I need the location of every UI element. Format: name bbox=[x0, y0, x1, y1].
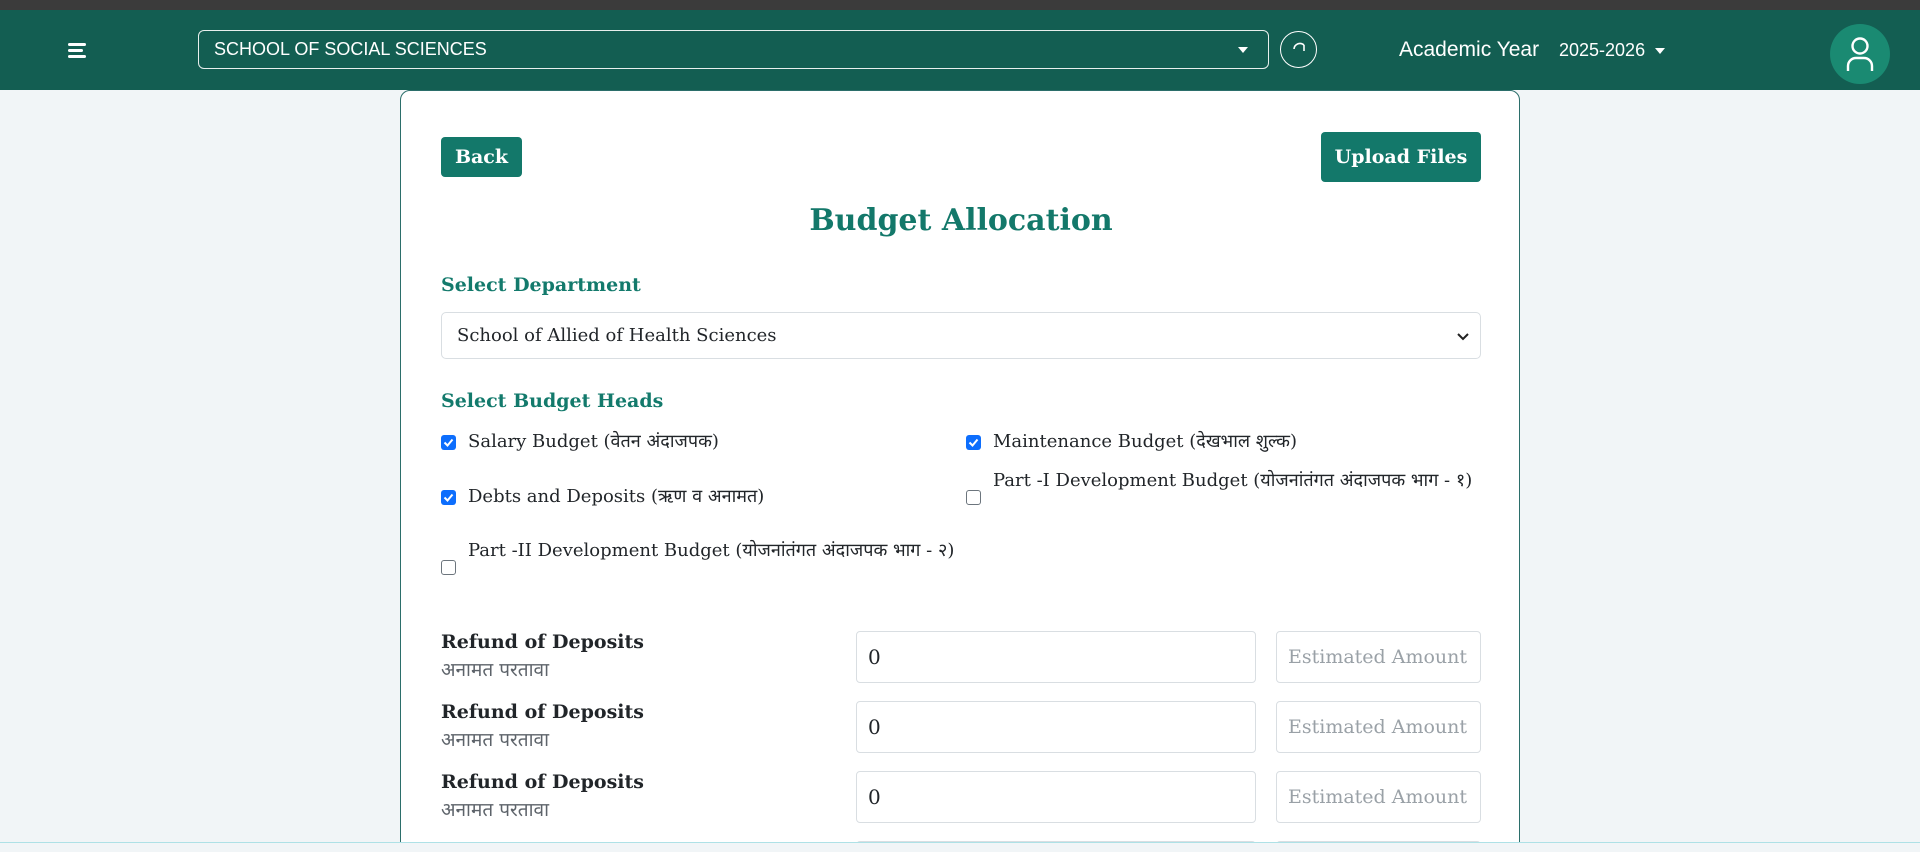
user-avatar[interactable] bbox=[1830, 24, 1890, 84]
top-strip bbox=[0, 0, 1920, 10]
checkmark-icon bbox=[443, 438, 454, 447]
academic-year-label: Academic Year bbox=[1399, 38, 1540, 61]
academic-year-value: 2025-2026 bbox=[1559, 40, 1646, 60]
budget-head-part1[interactable]: Part -I Development Budget (योजनांतंगत अ… bbox=[966, 466, 1486, 526]
caret-down-icon bbox=[1238, 47, 1248, 53]
chevron-down-icon bbox=[1457, 333, 1469, 341]
row-label: Refund of Deposits अनामत परतावा bbox=[441, 628, 644, 684]
estimated-amount-input[interactable]: Estimated Amount bbox=[1276, 771, 1481, 823]
estimated-amount-input[interactable]: Estimated Amount bbox=[1276, 701, 1481, 753]
checkbox-unchecked[interactable] bbox=[441, 560, 456, 575]
school-select-value: SCHOOL OF SOCIAL SCIENCES bbox=[214, 39, 487, 59]
row-subtitle: अनामत परतावा bbox=[441, 659, 550, 681]
department-select[interactable]: School of Allied of Health Sciences bbox=[441, 312, 1481, 359]
checkmark-icon bbox=[443, 493, 454, 502]
refresh-icon bbox=[1293, 42, 1305, 51]
row-title: Refund of Deposits bbox=[441, 631, 644, 653]
row-subtitle: अनामत परतावा bbox=[441, 729, 550, 751]
school-select[interactable]: SCHOOL OF SOCIAL SCIENCES bbox=[198, 30, 1269, 69]
budget-head-label: Salary Budget (वेतन अंदाजपक) bbox=[468, 431, 719, 452]
budget-heads-label: Select Budget Heads bbox=[441, 390, 664, 412]
checkbox-checked[interactable] bbox=[441, 435, 456, 450]
budget-card: Back Upload Files Budget Allocation Sele… bbox=[400, 90, 1520, 852]
academic-year-select[interactable]: 2025-2026 bbox=[1559, 40, 1666, 61]
row-subtitle: अनामत परतावा bbox=[441, 799, 550, 821]
budget-head-debts[interactable]: Debts and Deposits (ऋण व अनामत) bbox=[441, 482, 941, 512]
budget-head-label: Debts and Deposits (ऋण व अनामत) bbox=[468, 486, 765, 507]
page-title: Budget Allocation bbox=[809, 203, 1113, 238]
checkbox-checked[interactable] bbox=[441, 490, 456, 505]
upload-files-button[interactable]: Upload Files bbox=[1321, 132, 1481, 182]
amount-input[interactable]: 0 bbox=[856, 701, 1256, 753]
user-icon bbox=[1846, 37, 1874, 71]
estimated-amount-input[interactable]: Estimated Amount bbox=[1276, 631, 1481, 683]
checkbox-checked[interactable] bbox=[966, 435, 981, 450]
budget-head-salary[interactable]: Salary Budget (वेतन अंदाजपक) bbox=[441, 427, 941, 457]
row-title: Refund of Deposits bbox=[441, 701, 644, 723]
amount-input[interactable]: 0 bbox=[856, 631, 1256, 683]
department-select-value: School of Allied of Health Sciences bbox=[457, 325, 777, 346]
menu-icon[interactable] bbox=[64, 40, 92, 62]
back-button[interactable]: Back bbox=[441, 137, 522, 177]
budget-head-label: Part -II Development Budget (योजनांतंगत … bbox=[468, 540, 955, 561]
checkbox-unchecked[interactable] bbox=[966, 490, 981, 505]
navbar: SCHOOL OF SOCIAL SCIENCES Academic Year … bbox=[0, 10, 1920, 90]
department-label: Select Department bbox=[441, 274, 641, 296]
refresh-button[interactable] bbox=[1280, 31, 1317, 68]
budget-head-label: Maintenance Budget (देखभाल शुल्क) bbox=[993, 431, 1297, 452]
budget-head-part2[interactable]: Part -II Development Budget (योजनांतंगत … bbox=[441, 536, 961, 596]
caret-down-icon bbox=[1655, 48, 1666, 54]
budget-head-maintenance[interactable]: Maintenance Budget (देखभाल शुल्क) bbox=[966, 427, 1466, 457]
checkmark-icon bbox=[968, 438, 979, 447]
row-label: Refund of Deposits अनामत परतावा bbox=[441, 768, 644, 824]
row-title: Refund of Deposits bbox=[441, 771, 644, 793]
budget-head-label: Part -I Development Budget (योजनांतंगत अ… bbox=[993, 470, 1473, 491]
bottom-border bbox=[0, 842, 1920, 852]
row-label: Refund of Deposits अनामत परतावा bbox=[441, 698, 644, 754]
amount-input[interactable]: 0 bbox=[856, 771, 1256, 823]
